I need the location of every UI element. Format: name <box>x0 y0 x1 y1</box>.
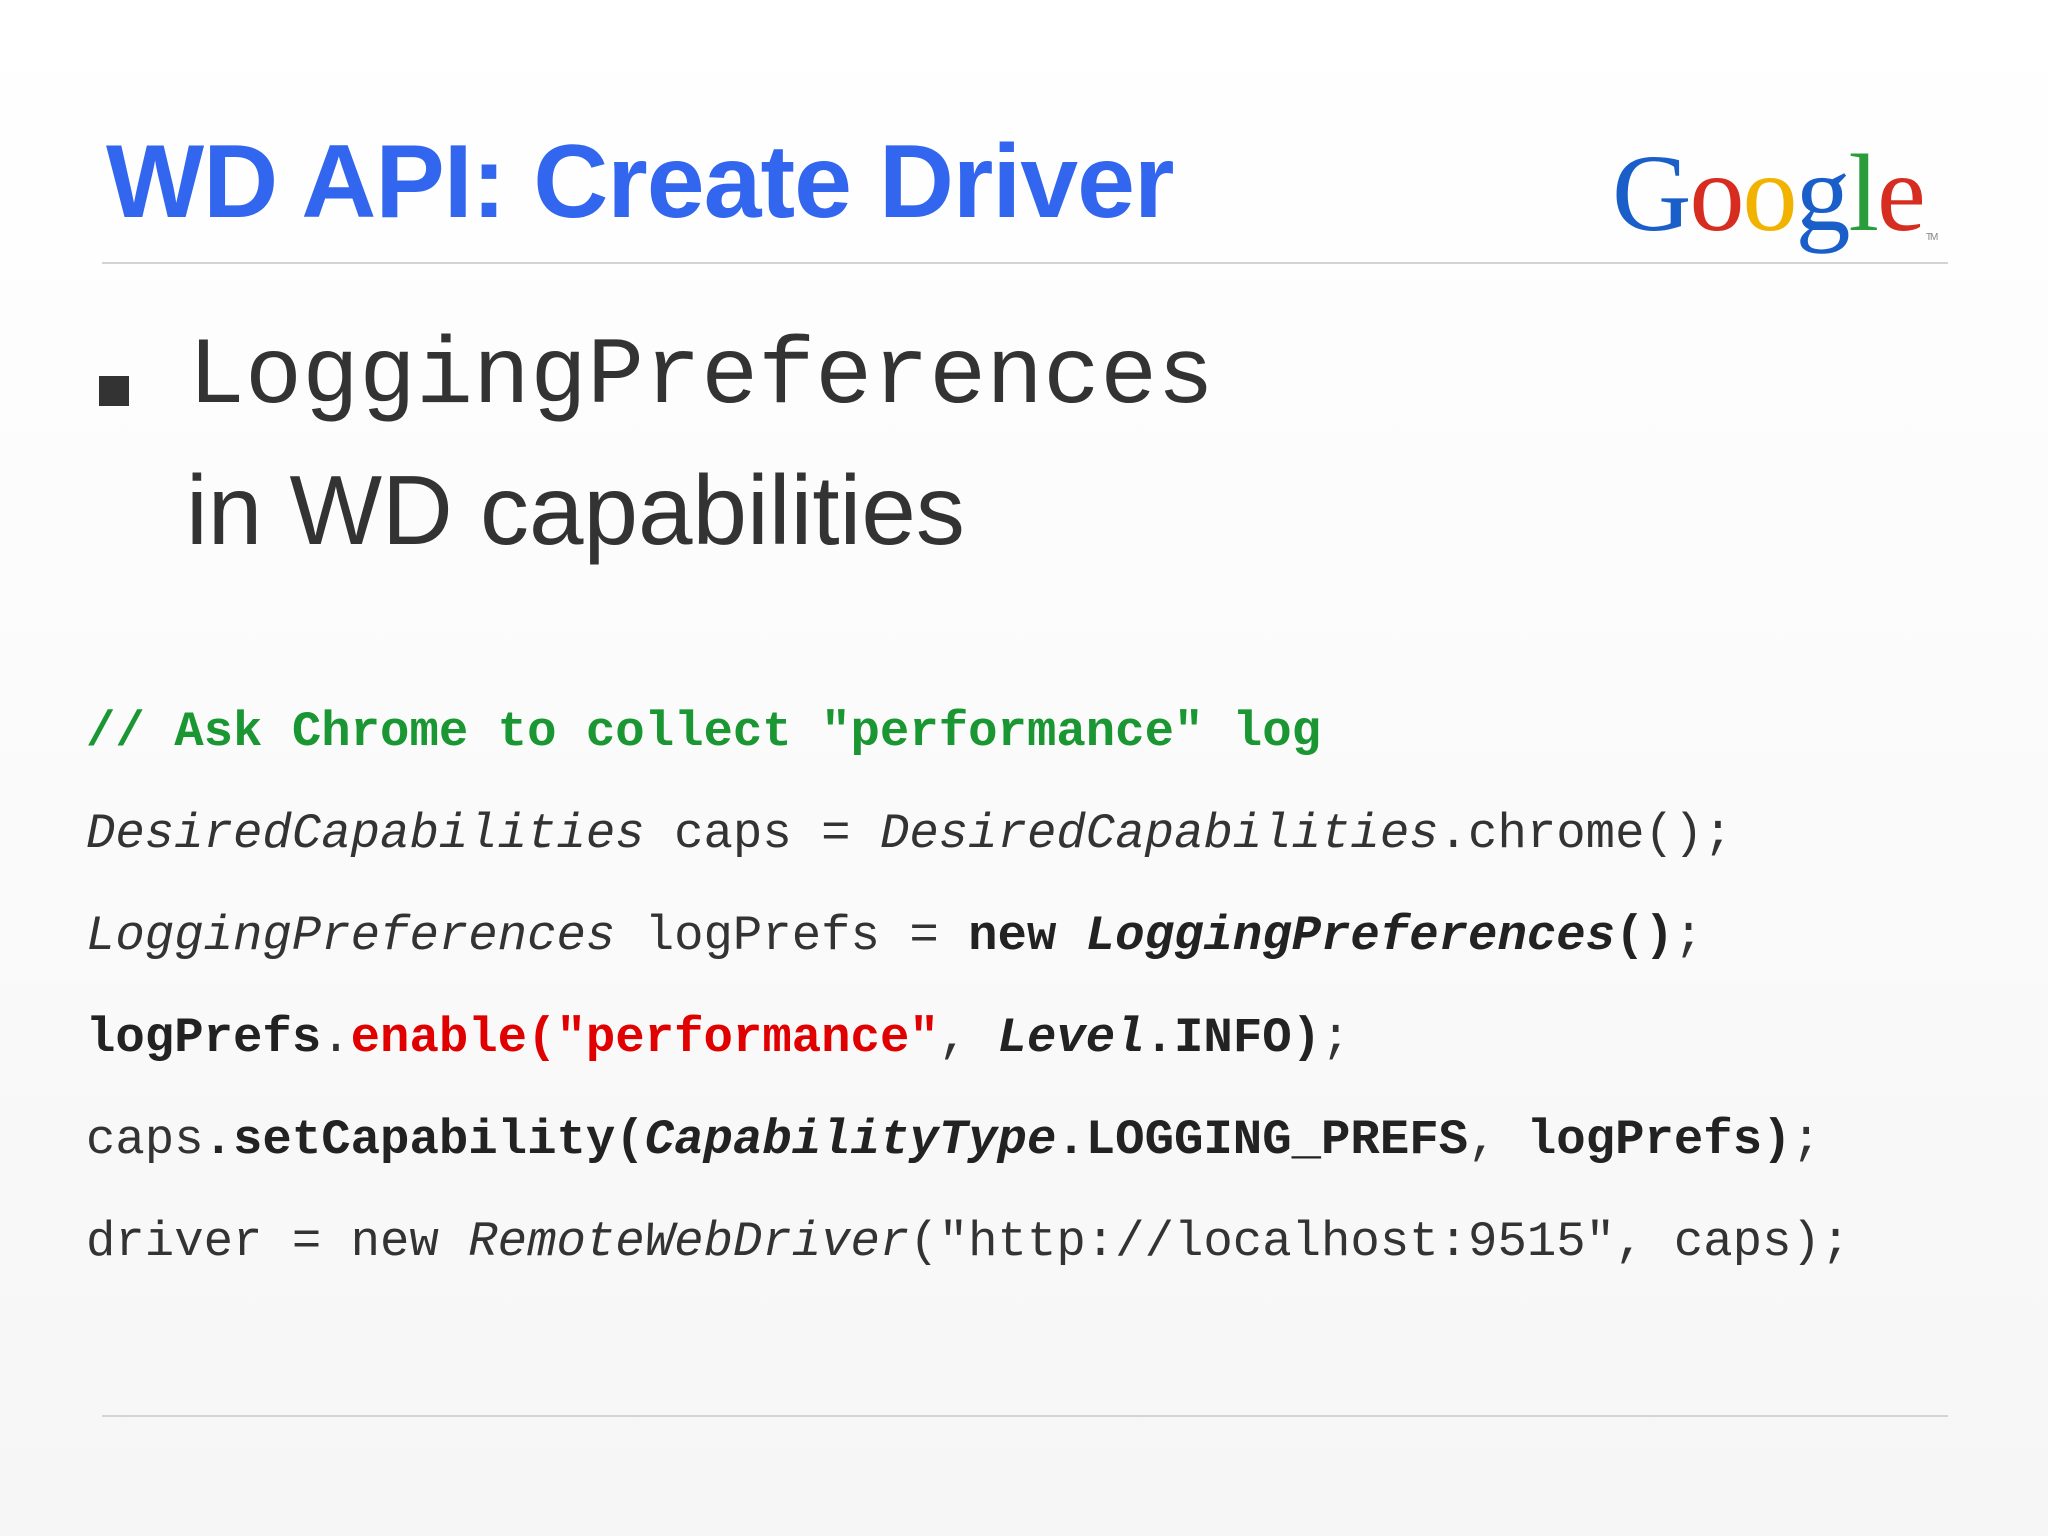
code-comment: // Ask Chrome to collect "performance" l… <box>86 704 1322 760</box>
code-text: ; <box>1321 1010 1351 1066</box>
code-keyword: new <box>968 908 1057 964</box>
code-text: ("http://localhost:9515", caps); <box>909 1214 1851 1270</box>
logo-letter: G <box>1612 132 1691 254</box>
code-line-logging-preferences: LoggingPreferences logPrefs = new Loggin… <box>86 906 1703 966</box>
code-line-enable: logPrefs.enable("performance", Level.INF… <box>86 1008 1350 1068</box>
code-line-comment: // Ask Chrome to collect "performance" l… <box>86 702 1321 762</box>
logo-letter: o <box>1689 132 1744 254</box>
code-type: Level <box>997 1010 1145 1066</box>
code-type: LoggingPreferences <box>86 908 616 964</box>
bullet-text-line2: in WD capabilities <box>186 455 965 565</box>
code-text: , <box>1468 1112 1527 1168</box>
slide: WD API: Create Driver Google TM LoggingPr… <box>0 0 2048 1536</box>
google-logo: Google TM <box>1612 128 1938 258</box>
code-text: .chrome(); <box>1438 806 1733 862</box>
code-type: DesiredCapabilities <box>879 806 1439 862</box>
logo-letter: e <box>1877 132 1926 254</box>
code-type: LoggingPreferences <box>1085 908 1616 964</box>
code-text: .INFO) <box>1144 1010 1322 1066</box>
bullet-text-line1: LoggingPreferences <box>188 323 1215 431</box>
code-text: .LOGGING_PREFS <box>1056 1112 1469 1168</box>
code-text: logPrefs) <box>1526 1112 1792 1168</box>
code-type: RemoteWebDriver <box>468 1214 910 1270</box>
code-text: . <box>321 1010 351 1066</box>
code-text: () <box>1615 908 1674 964</box>
bullet-square-icon <box>99 376 129 406</box>
logo-letter: o <box>1742 132 1797 254</box>
code-type: DesiredCapabilities <box>86 806 645 862</box>
code-line-set-capability: caps.setCapability(CapabilityType.LOGGIN… <box>86 1110 1821 1170</box>
code-object: caps <box>86 1112 204 1168</box>
code-highlight: enable("performance" <box>350 1010 939 1066</box>
code-object: logPrefs <box>86 1010 322 1066</box>
title-divider <box>102 262 1948 264</box>
code-type: CapabilityType <box>644 1112 1057 1168</box>
code-text: ; <box>1673 908 1704 964</box>
code-text: , <box>938 1010 998 1066</box>
logo-letter: g <box>1795 132 1850 254</box>
footer-divider <box>102 1415 1948 1417</box>
slide-title: WD API: Create Driver <box>106 124 1174 240</box>
logo-letter: l <box>1848 132 1879 254</box>
code-text: ; <box>1791 1112 1821 1168</box>
code-text: driver = new <box>86 1214 469 1270</box>
code-text: caps = <box>644 806 880 862</box>
code-text: logPrefs = <box>615 908 969 964</box>
code-line-desired-capabilities: DesiredCapabilities caps = DesiredCapabi… <box>86 804 1733 864</box>
code-line-remote-driver: driver = new RemoteWebDriver("http://loc… <box>86 1212 1850 1272</box>
code-method: .setCapability( <box>203 1112 645 1168</box>
trademark-mark: TM <box>1925 232 1939 243</box>
